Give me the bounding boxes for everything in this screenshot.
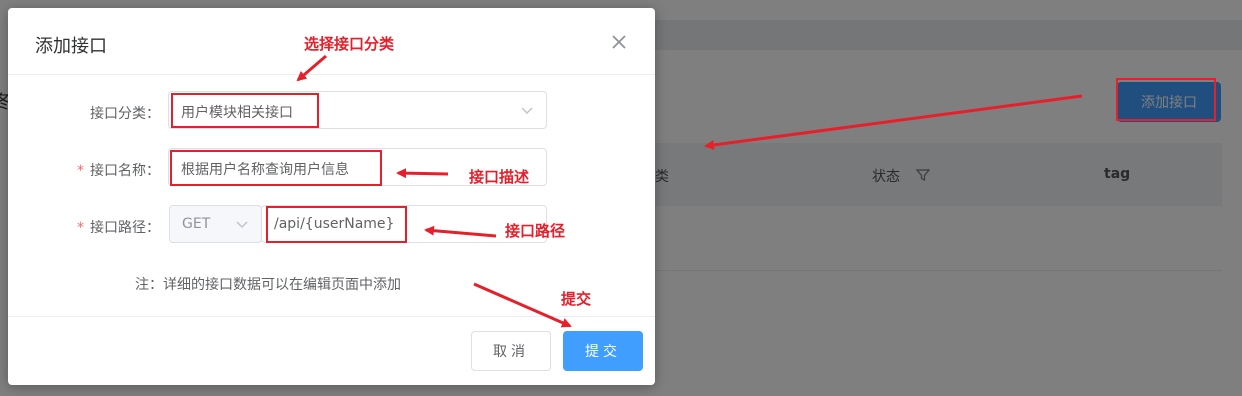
chevron-down-icon [236,221,248,229]
annotation-select-category: 选择接口分类 [304,35,395,53]
http-method-value: GET [182,216,211,232]
category-label: 接口分类： [90,106,160,122]
dialog-title: 添加接口 [35,36,107,57]
annotation-submit: 提交 [561,290,592,308]
highlight-box-path [266,206,407,243]
name-label: * 接口名称： [77,163,160,179]
dialog-header-divider [8,74,655,75]
annotation-describe: 接口描述 [469,168,530,186]
highlight-box-add-button [1116,78,1216,121]
highlight-box-name [170,150,382,186]
highlight-box-category [171,93,319,128]
chevron-down-icon [521,107,533,115]
required-mark: * [77,163,84,179]
cancel-button[interactable]: 取消 [471,331,551,371]
path-label: * 接口路径： [77,220,160,236]
required-mark: * [77,220,84,236]
add-interface-dialog: 添加接口 接口分类： 用户模块相关接口 * 接口名称： 根据用户名称查询用户信息 … [8,8,655,385]
form-note: 注：详细的接口数据可以在编辑页面中添加 [135,277,401,293]
dialog-footer-divider [8,316,655,317]
http-method-select[interactable]: GET [169,205,262,243]
close-icon[interactable] [610,33,628,51]
submit-button[interactable]: 提交 [563,331,643,371]
annotation-path: 接口路径 [505,222,566,240]
